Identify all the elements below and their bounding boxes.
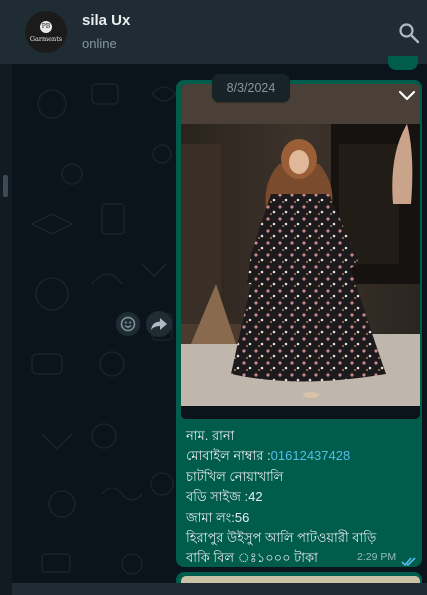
caption-line: হিরাপুর উইসুপ আলি পাটওয়ারী বাড়ি	[186, 530, 377, 546]
message-image[interactable]	[181, 84, 420, 419]
emoji-icon[interactable]	[116, 312, 140, 336]
caption-line: জামা লং:56	[186, 509, 250, 525]
search-icon[interactable]	[398, 22, 420, 44]
avatar-logo-mark: PB	[40, 21, 52, 33]
avatar[interactable]: PB Garments	[25, 11, 67, 53]
phone-link[interactable]: 01612437428	[271, 448, 351, 463]
previous-message-bubble[interactable]	[388, 56, 418, 70]
double-check-icon	[401, 552, 417, 567]
message-time: 2:29 PM	[357, 551, 397, 563]
caption-line: মোবাইল নাম্বার :01612437428	[186, 448, 351, 464]
contact-status: online	[82, 36, 117, 51]
caption-line: বডি সাইজ :42	[186, 489, 263, 505]
chevron-down-icon[interactable]	[398, 88, 416, 102]
scrollbar-thumb[interactable]	[3, 175, 8, 197]
left-scrollbar-track	[0, 64, 12, 595]
avatar-brand-text: Garments	[29, 35, 63, 43]
date-chip: 8/3/2024	[212, 74, 290, 102]
forward-icon[interactable]	[146, 311, 172, 337]
caption-line: নাম. রানা	[186, 428, 235, 443]
bottom-bar	[12, 583, 427, 595]
contact-name[interactable]: sila Ux	[82, 12, 130, 29]
message-caption: নাম. রানা মোবাইল নাম্বার :01612437428 চা…	[186, 426, 418, 569]
caption-line: চাটখিল নোয়াখালি	[186, 468, 284, 484]
chat-header: PB Garments sila Ux online	[0, 0, 427, 64]
